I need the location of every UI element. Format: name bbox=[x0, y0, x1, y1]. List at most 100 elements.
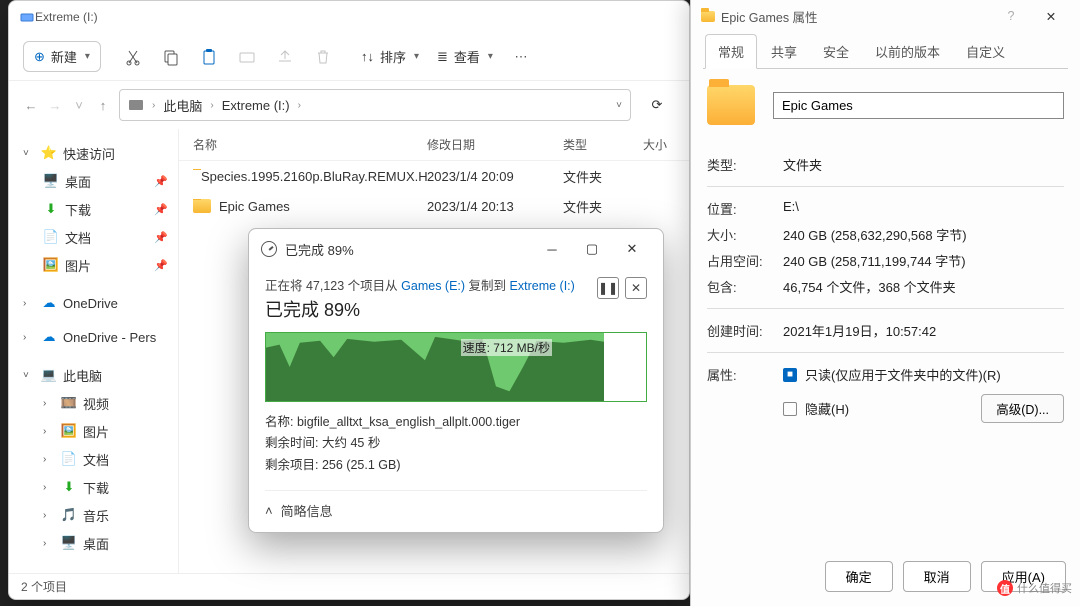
chevron-right-icon: › bbox=[210, 100, 213, 111]
cancel-copy-button[interactable]: ✕ bbox=[625, 277, 647, 299]
view-icon: ≣ bbox=[437, 49, 448, 65]
copy-button[interactable] bbox=[153, 39, 189, 75]
sidebar-videos[interactable]: ›🎞️视频 bbox=[9, 389, 178, 417]
star-icon: ⭐ bbox=[41, 145, 57, 161]
crumb-drive[interactable]: Extreme (I:) bbox=[222, 98, 290, 113]
watermark: 值 什么值得买 bbox=[997, 580, 1072, 596]
properties-titlebar: Epic Games 属性 ? ✕ bbox=[691, 0, 1080, 32]
folder-icon bbox=[701, 11, 715, 22]
column-headers[interactable]: 名称 修改日期 类型 大小 bbox=[179, 129, 689, 161]
new-button[interactable]: ⊕ 新建 ▾ bbox=[23, 41, 101, 72]
video-icon: 🎞️ bbox=[61, 395, 77, 411]
tab-custom[interactable]: 自定义 bbox=[954, 35, 1017, 68]
breadcrumb[interactable]: › 此电脑 › Extreme (I:) › ˅ bbox=[119, 89, 631, 121]
forward-button[interactable]: → bbox=[47, 98, 63, 113]
status-bar: 2 个项目 bbox=[9, 573, 689, 599]
pin-icon: 📌 bbox=[154, 203, 168, 216]
chevron-right-icon: › bbox=[152, 100, 155, 111]
properties-window: Epic Games 属性 ? ✕ 常规 共享 安全 以前的版本 自定义 类型:… bbox=[690, 0, 1080, 606]
document-icon: 📄 bbox=[43, 229, 59, 245]
pin-icon: 📌 bbox=[154, 259, 168, 272]
rename-button[interactable] bbox=[229, 39, 265, 75]
refresh-button[interactable]: ⟳ bbox=[652, 97, 663, 113]
sidebar-pictures2[interactable]: ›🖼️图片 bbox=[9, 417, 178, 445]
sidebar-onedrive[interactable]: ›☁OneDrive bbox=[9, 289, 178, 317]
advanced-button[interactable]: 高级(D)... bbox=[981, 394, 1064, 423]
clock-icon bbox=[261, 241, 277, 257]
col-date[interactable]: 修改日期 bbox=[427, 136, 563, 153]
col-size[interactable]: 大小 bbox=[643, 136, 681, 153]
copy-dialog-title: 已完成 89% ─ ▢ ✕ bbox=[249, 229, 663, 269]
pin-icon: 📌 bbox=[154, 231, 168, 244]
prop-location: E:\ bbox=[783, 199, 1064, 218]
crumb-thispc[interactable]: 此电脑 bbox=[163, 96, 202, 115]
file-row[interactable]: Epic Games 2023/1/4 20:13 文件夹 bbox=[179, 191, 689, 221]
folder-icon bbox=[193, 199, 211, 213]
dropdown-icon[interactable]: ˅ bbox=[616, 100, 622, 111]
copy-dialog: 已完成 89% ─ ▢ ✕ 正在将 47,123 个项目从 Games (E:)… bbox=[248, 228, 664, 533]
sidebar-pictures[interactable]: 🖼️图片📌 bbox=[9, 251, 178, 279]
sidebar-desktop2[interactable]: ›🖥️桌面 bbox=[9, 529, 178, 557]
cancel-button[interactable]: 取消 bbox=[903, 561, 971, 592]
chevron-up-icon: ˅ bbox=[265, 503, 273, 518]
drive-icon bbox=[19, 9, 35, 25]
copy-description: 正在将 47,123 个项目从 Games (E:) 复制到 Extreme (… bbox=[265, 275, 647, 294]
sidebar-quick-access[interactable]: ˅⭐快速访问 bbox=[9, 139, 178, 167]
ok-button[interactable]: 确定 bbox=[825, 561, 893, 592]
watermark-logo-icon: 值 bbox=[997, 580, 1013, 596]
explorer-toolbar: ⊕ 新建 ▾ ↑↓ 排序 ▾ ≣ 查看 ▾ ⋯ bbox=[9, 33, 689, 81]
recent-button[interactable]: ˅ bbox=[71, 98, 87, 113]
cloud-icon: ☁ bbox=[41, 295, 57, 311]
delete-button[interactable] bbox=[305, 39, 341, 75]
tab-previous[interactable]: 以前的版本 bbox=[863, 35, 952, 68]
prop-ondisk: 240 GB (258,711,199,744 字节) bbox=[783, 251, 1064, 270]
pause-button[interactable]: ❚❚ bbox=[597, 277, 619, 299]
sidebar-downloads2[interactable]: ›⬇下载 bbox=[9, 473, 178, 501]
sort-button[interactable]: ↑↓ 排序 ▾ bbox=[353, 42, 427, 71]
folder-name-input[interactable] bbox=[773, 92, 1064, 119]
share-button[interactable] bbox=[267, 39, 303, 75]
sidebar-documents2[interactable]: ›📄文档 bbox=[9, 445, 178, 473]
sidebar-downloads[interactable]: ⬇下载📌 bbox=[9, 195, 178, 223]
chevron-down-icon: ▾ bbox=[488, 51, 493, 62]
tab-security[interactable]: 安全 bbox=[811, 35, 861, 68]
hidden-checkbox[interactable] bbox=[783, 402, 797, 416]
file-row[interactable]: Species.1995.2160p.BluRay.REMUX.H... 202… bbox=[179, 161, 689, 191]
explorer-navbar: ← → ˅ ↑ › 此电脑 › Extreme (I:) › ˅ ⟳ bbox=[9, 81, 689, 129]
back-button[interactable]: ← bbox=[23, 98, 39, 113]
pc-icon: 💻 bbox=[41, 367, 57, 383]
download-icon: ⬇ bbox=[61, 479, 77, 495]
dest-link[interactable]: Extreme (I:) bbox=[510, 279, 575, 293]
tab-share[interactable]: 共享 bbox=[759, 35, 809, 68]
explorer-titlebar: Extreme (I:) bbox=[9, 1, 689, 33]
close-button[interactable]: ✕ bbox=[1032, 2, 1070, 30]
prop-size: 240 GB (258,632,290,568 字节) bbox=[783, 225, 1064, 244]
toggle-details-button[interactable]: ˅ 简略信息 bbox=[265, 490, 647, 520]
sidebar-music[interactable]: ›🎵音乐 bbox=[9, 501, 178, 529]
col-name[interactable]: 名称 bbox=[187, 136, 427, 153]
cut-button[interactable] bbox=[115, 39, 151, 75]
desktop-icon: 🖥️ bbox=[61, 535, 77, 551]
help-button[interactable]: ? bbox=[992, 2, 1030, 30]
nav-arrows: ← → ˅ ↑ bbox=[23, 98, 111, 113]
plus-icon: ⊕ bbox=[34, 49, 45, 65]
tab-general[interactable]: 常规 bbox=[705, 34, 757, 69]
chevron-down-icon: ▾ bbox=[414, 51, 419, 62]
more-button[interactable]: ⋯ bbox=[503, 39, 539, 75]
close-button[interactable]: ✕ bbox=[613, 235, 651, 263]
speed-label: 速度: 712 MB/秒 bbox=[461, 339, 552, 356]
sidebar-onedrive-personal[interactable]: ›☁OneDrive - Pers bbox=[9, 323, 178, 351]
paste-button[interactable] bbox=[191, 39, 227, 75]
source-link[interactable]: Games (E:) bbox=[401, 279, 465, 293]
sidebar-documents[interactable]: 📄文档📌 bbox=[9, 223, 178, 251]
maximize-button[interactable]: ▢ bbox=[573, 235, 611, 263]
percent-label: 已完成 89% bbox=[265, 296, 647, 322]
readonly-checkbox[interactable]: ■ bbox=[783, 368, 797, 382]
minimize-button[interactable]: ─ bbox=[533, 235, 571, 263]
view-button[interactable]: ≣ 查看 ▾ bbox=[429, 42, 501, 71]
col-type[interactable]: 类型 bbox=[563, 136, 643, 153]
prop-created: 2021年1月19日，10:57:42 bbox=[783, 321, 1064, 340]
up-button[interactable]: ↑ bbox=[95, 98, 111, 113]
sidebar-desktop[interactable]: 🖥️桌面📌 bbox=[9, 167, 178, 195]
sidebar-thispc[interactable]: ˅💻此电脑 bbox=[9, 361, 178, 389]
